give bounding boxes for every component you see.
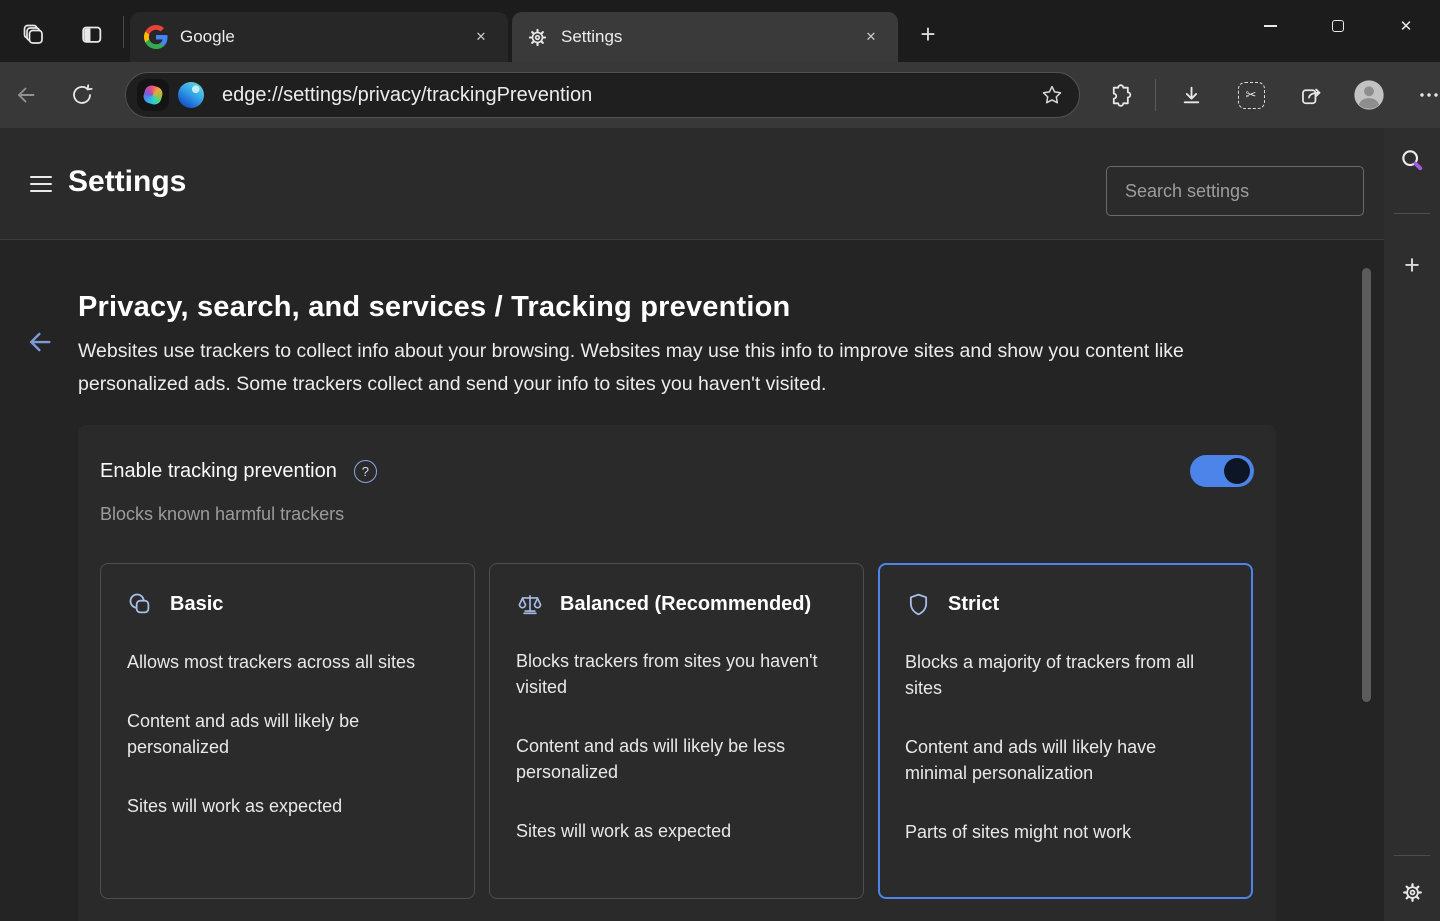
tab-google-label: Google — [180, 27, 468, 47]
rail-divider-bottom — [1394, 855, 1430, 856]
refresh-button[interactable] — [65, 78, 99, 112]
workspaces-stack-icon — [20, 21, 46, 47]
tracking-prevention-section: Enable tracking prevention ? Blocks know… — [78, 425, 1276, 921]
share-button[interactable] — [1294, 78, 1328, 112]
toolbar-divider — [1155, 79, 1156, 111]
downloads-button[interactable] — [1174, 78, 1208, 112]
card-strict[interactable]: Strict Blocks a majority of trackers fro… — [878, 563, 1253, 899]
favorite-star-button[interactable] — [1035, 78, 1069, 112]
card-strict-line: Content and ads will likely have minimal… — [905, 734, 1221, 786]
search-settings-input[interactable] — [1106, 166, 1364, 216]
url-text[interactable]: edge://settings/privacy/trackingPreventi… — [222, 84, 1035, 107]
card-basic-header: Basic — [127, 591, 448, 618]
ellipsis-icon — [1417, 83, 1440, 107]
edge-logo-icon — [178, 82, 204, 108]
download-icon — [1179, 83, 1204, 108]
settings-page: Settings Privacy, search, and services /… — [0, 128, 1440, 921]
window-close-icon: ✕ — [1400, 17, 1413, 35]
shield-icon — [905, 591, 932, 618]
card-strict-line: Blocks a majority of trackers from all s… — [905, 649, 1221, 701]
maximize-icon — [1332, 20, 1344, 32]
tabstrip-divider — [123, 16, 124, 48]
browser-toolbar: edge://settings/privacy/trackingPreventi… — [0, 62, 1440, 128]
settings-menu-button[interactable] — [30, 173, 54, 195]
balance-scale-icon — [516, 591, 544, 617]
basic-shapes-icon — [127, 591, 154, 618]
avatar — [1353, 79, 1385, 111]
vertical-tabs-icon — [79, 22, 104, 47]
tab-settings-close-icon[interactable]: ✕ — [858, 24, 884, 50]
card-balanced-line: Sites will work as expected — [516, 818, 832, 844]
back-arrow-blue-icon — [25, 327, 55, 357]
card-balanced-line: Blocks trackers from sites you haven't v… — [516, 648, 832, 700]
card-strict-title: Strict — [948, 593, 999, 616]
sidebar-settings-button[interactable] — [1392, 872, 1432, 912]
card-balanced-title: Balanced (Recommended) — [560, 593, 811, 616]
minimize-icon — [1264, 25, 1277, 27]
card-balanced-header: Balanced (Recommended) — [516, 591, 837, 617]
sidebar-add-button[interactable]: + — [1392, 245, 1432, 285]
back-arrow-icon — [14, 83, 38, 107]
gear-icon — [526, 26, 549, 49]
back-button[interactable] — [9, 78, 43, 112]
settings-title: Settings — [68, 165, 186, 199]
card-balanced[interactable]: Balanced (Recommended) Blocks trackers f… — [489, 563, 864, 899]
tracking-prevention-toggle[interactable] — [1190, 455, 1254, 487]
screenshot-capture-icon: ✂ — [1238, 82, 1265, 109]
refresh-icon — [70, 83, 94, 107]
edge-sidebar-rail: + — [1384, 128, 1440, 921]
page-scrollbar-thumb[interactable] — [1362, 268, 1371, 702]
settings-header: Settings — [0, 128, 1384, 240]
card-strict-line: Parts of sites might not work — [905, 819, 1221, 845]
card-basic-line: Sites will work as expected — [127, 793, 443, 819]
settings-content: Privacy, search, and services / Tracking… — [0, 240, 1384, 921]
google-favicon — [144, 25, 168, 49]
search-icon — [1399, 147, 1425, 173]
card-strict-header: Strict — [905, 591, 1226, 618]
extensions-puzzle-icon — [1107, 83, 1132, 108]
window-maximize-button[interactable] — [1304, 0, 1372, 52]
tab-activity-button[interactable] — [13, 12, 53, 56]
gear-icon — [1400, 880, 1425, 905]
help-question-icon[interactable]: ? — [354, 460, 377, 483]
tab-google-close-icon[interactable]: ✕ — [468, 24, 494, 50]
copilot-icon[interactable] — [137, 79, 169, 111]
window-controls: ✕ — [1236, 0, 1440, 52]
card-basic-line: Content and ads will likely be personali… — [127, 708, 443, 760]
new-tab-button[interactable]: + — [908, 14, 948, 54]
page-description: Websites use trackers to collect info ab… — [78, 335, 1236, 401]
card-basic[interactable]: Basic Allows most trackers across all si… — [100, 563, 475, 899]
rail-divider — [1394, 213, 1430, 214]
share-icon — [1299, 83, 1324, 108]
card-basic-line: Allows most trackers across all sites — [127, 649, 443, 675]
tab-settings-label: Settings — [561, 27, 858, 47]
card-balanced-line: Content and ads will likely be less pers… — [516, 733, 832, 785]
sidebar-search-button[interactable] — [1392, 140, 1432, 180]
web-capture-button[interactable]: ✂ — [1234, 78, 1268, 112]
profile-button[interactable] — [1352, 78, 1386, 112]
page-back-button[interactable] — [24, 326, 56, 358]
copilot-blob — [142, 84, 164, 106]
prevention-level-cards: Basic Allows most trackers across all si… — [100, 563, 1254, 899]
toggle-knob — [1224, 458, 1250, 484]
address-bar[interactable]: edge://settings/privacy/trackingPreventi… — [125, 72, 1080, 118]
window-close-button[interactable]: ✕ — [1372, 0, 1440, 52]
tab-google[interactable]: Google ✕ — [130, 12, 508, 62]
card-basic-title: Basic — [170, 593, 223, 616]
scissors-glyph: ✂ — [1246, 87, 1257, 103]
star-icon — [1040, 83, 1064, 107]
enable-tracking-label: Enable tracking prevention — [100, 460, 337, 483]
vertical-tabs-button[interactable] — [71, 12, 111, 56]
browser-titlebar: Google ✕ Settings ✕ — [0, 0, 1440, 62]
enable-tracking-row: Enable tracking prevention ? — [100, 455, 1254, 487]
page-title: Privacy, search, and services / Tracking… — [78, 291, 1384, 324]
browser-menu-button[interactable] — [1412, 78, 1440, 112]
tab-settings[interactable]: Settings ✕ — [512, 12, 898, 62]
extensions-button[interactable] — [1102, 78, 1136, 112]
enable-tracking-sublabel: Blocks known harmful trackers — [100, 504, 1254, 525]
window-minimize-button[interactable] — [1236, 0, 1304, 52]
